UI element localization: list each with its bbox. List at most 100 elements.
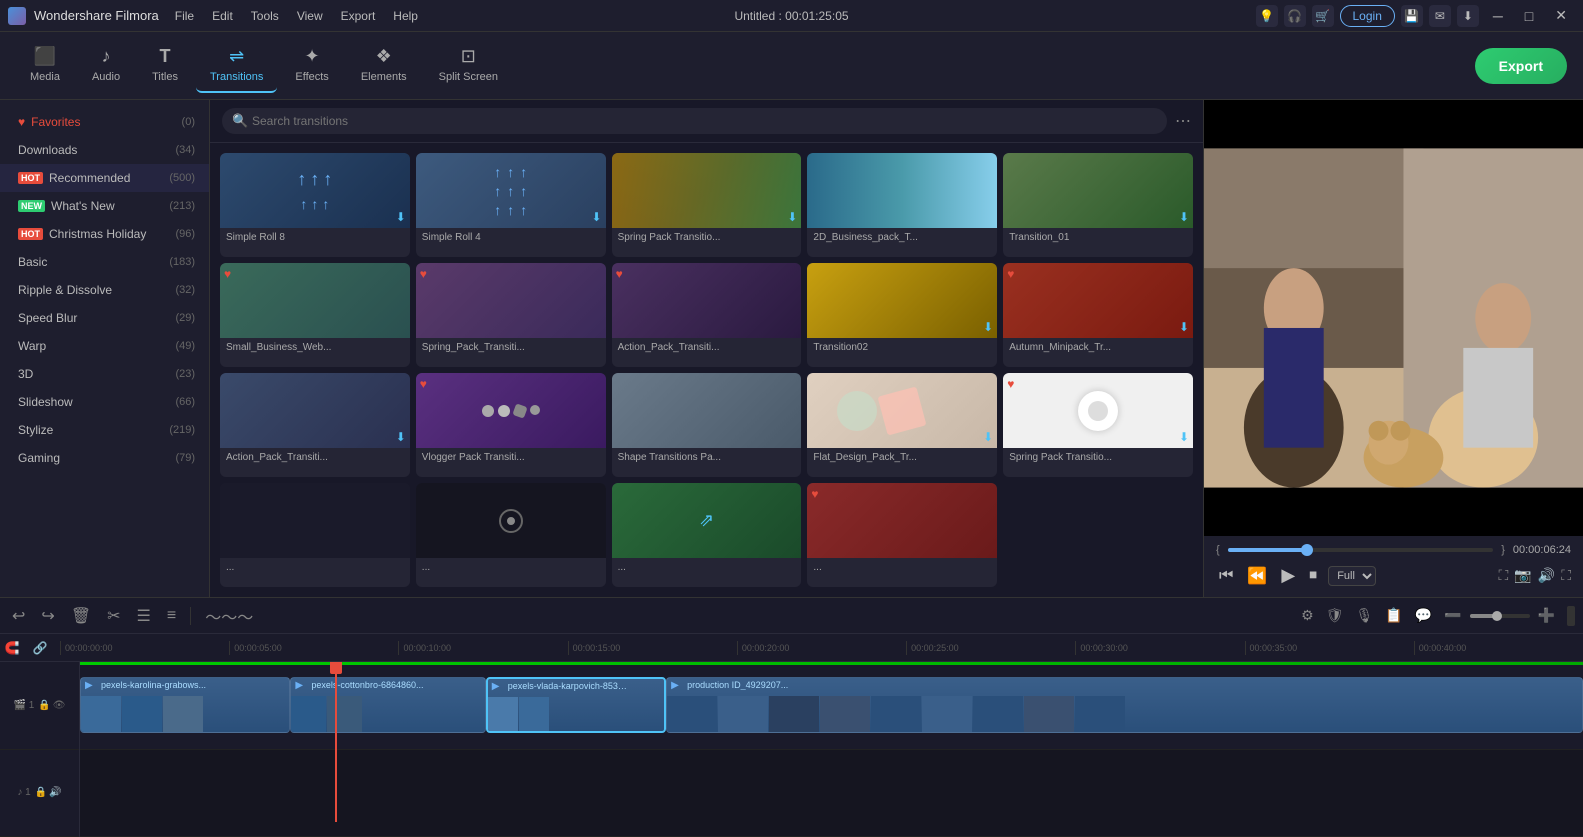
bulb-icon[interactable]: 💡 — [1256, 5, 1278, 27]
bracket-left[interactable]: { — [1216, 544, 1220, 556]
transition-card-2d-business[interactable]: 2D_Business_pack_T... — [807, 153, 997, 257]
transition-card-red[interactable]: ♥ ... — [807, 483, 997, 587]
snap-icon[interactable]: 🧲 — [0, 634, 20, 661]
sidebar-item-speed-blur[interactable]: Speed Blur (29) — [0, 304, 209, 332]
audio-lock-icon[interactable]: 🔒 — [35, 787, 47, 798]
audio-volume-icon[interactable]: 🔊 — [49, 787, 61, 798]
mic-icon[interactable]: 🎙 — [1351, 603, 1377, 628]
sidebar-item-recommended[interactable]: HOT Recommended (500) — [0, 164, 209, 192]
transition-card-spring3[interactable]: ♥ ⬇ Spring Pack Transitio... — [1003, 373, 1193, 477]
transition-card-flat[interactable]: ⬇ Flat_Design_Pack_Tr... — [807, 373, 997, 477]
menu-export[interactable]: Export — [333, 6, 384, 26]
eye-icon[interactable]: 👁 — [53, 700, 66, 711]
menu-help[interactable]: Help — [385, 6, 426, 26]
settings-icon[interactable]: ⚙ — [1297, 603, 1318, 628]
undo-button[interactable]: ↩ — [8, 602, 29, 630]
bracket-right[interactable]: } — [1501, 544, 1505, 556]
sidebar-item-gaming[interactable]: Gaming (79) — [0, 444, 209, 472]
login-button[interactable]: Login — [1340, 5, 1395, 27]
delete-button[interactable]: 🗑 — [67, 602, 95, 630]
grid-toggle-icon[interactable]: ⋯ — [1175, 111, 1191, 131]
zoom-slider[interactable] — [1470, 614, 1530, 618]
sidebar-item-warp[interactable]: Warp (49) — [0, 332, 209, 360]
clip-karolina[interactable]: ▶ pexels-karolina-grabows... — [80, 677, 290, 733]
subtitle-icon[interactable]: 💬 — [1411, 603, 1436, 628]
cut-button[interactable]: ✂ — [103, 602, 124, 630]
menu-view[interactable]: View — [289, 6, 331, 26]
headphone-icon[interactable]: 🎧 — [1284, 5, 1306, 27]
transition-card-spring-pack[interactable]: ⬇ Spring Pack Transitio... — [612, 153, 802, 257]
sidebar-item-3d[interactable]: 3D (23) — [0, 360, 209, 388]
clip-vlada[interactable]: ▶ pexels-vlada-karpovich-8538225 — [486, 677, 666, 733]
clip-production[interactable]: ▶ production ID_4929207... — [666, 677, 1583, 733]
redo-button[interactable]: ↪ — [37, 602, 58, 630]
transition-card-autumn[interactable]: ♥ ⬇ Autumn_Minipack_Tr... — [1003, 263, 1193, 367]
scroll-handle[interactable] — [1567, 606, 1575, 626]
screenshot-icon[interactable]: 📷 — [1514, 567, 1531, 584]
shield-icon[interactable]: 🛡 — [1322, 603, 1348, 628]
cart-icon[interactable]: 🛒 — [1312, 5, 1334, 27]
sidebar-item-slideshow[interactable]: Slideshow (66) — [0, 388, 209, 416]
sidebar-item-downloads[interactable]: Downloads (34) — [0, 136, 209, 164]
toolbar-titles[interactable]: T Titles — [138, 38, 192, 93]
export-button[interactable]: Export — [1475, 48, 1567, 84]
transition-card-small-business[interactable]: ♥ Small_Business_Web... — [220, 263, 410, 367]
close-button[interactable]: ✕ — [1547, 3, 1575, 28]
transition-card-spring-pack2[interactable]: ♥ Spring_Pack_Transiti... — [416, 263, 606, 367]
step-back-button[interactable]: ⏪ — [1244, 563, 1270, 589]
mail-icon[interactable]: ✉ — [1429, 5, 1451, 27]
favorite-heart-icon: ♥ — [1007, 377, 1014, 391]
menu-edit[interactable]: Edit — [204, 6, 241, 26]
audio-waveform-button[interactable]: 〜〜〜 — [201, 600, 257, 632]
fit-screen-icon[interactable]: ⛶ — [1499, 567, 1509, 584]
transition-card-transition02[interactable]: ⬇ Transition02 — [807, 263, 997, 367]
transition-card-shape[interactable]: Shape Transitions Pa... — [612, 373, 802, 477]
volume-icon[interactable]: 🔊 — [1538, 567, 1555, 584]
link-icon[interactable]: 🔗 — [20, 641, 60, 655]
quality-select[interactable]: Full 1/2 1/4 — [1328, 566, 1376, 586]
transition-card-action2[interactable]: ⬇ Action_Pack_Transiti... — [220, 373, 410, 477]
toolbar-audio[interactable]: ♪ Audio — [78, 38, 134, 93]
toolbar-media[interactable]: ⬛ Media — [16, 38, 74, 93]
toolbar-transitions[interactable]: ⇌ Transitions — [196, 38, 277, 93]
transition-card-green[interactable]: ⇗ ... — [612, 483, 802, 587]
zoom-in-icon[interactable]: ➕ — [1534, 603, 1559, 628]
ctrl-left: ⏮ ⏪ ▶ ⏹ Full 1/2 1/4 — [1216, 562, 1376, 589]
sidebar-item-stylize[interactable]: Stylize (219) — [0, 416, 209, 444]
transition-card-transition01[interactable]: ⬇ Transition_01 — [1003, 153, 1193, 257]
search-input[interactable] — [222, 108, 1167, 134]
transition-card-simple-roll-8[interactable]: ↑ ↑ ↑ ↑ ↑ ↑ ⬇ Simple Roll 8 — [220, 153, 410, 257]
skip-back-button[interactable]: ⏮ — [1216, 564, 1236, 588]
crop-button[interactable]: ☰ — [133, 602, 155, 630]
transition-card-black1[interactable]: ... — [220, 483, 410, 587]
progress-bar[interactable] — [1228, 548, 1494, 552]
transition-card-simple-roll-4[interactable]: ↑ ↑ ↑ ↑ ↑ ↑ ↑ ↑ ↑ — [416, 153, 606, 257]
sidebar-item-whats-new[interactable]: NEW What's New (213) — [0, 192, 209, 220]
sidebar-item-favorites[interactable]: ♥ Favorites (0) — [0, 108, 209, 136]
download-icon[interactable]: ⬇ — [1457, 5, 1479, 27]
transition-card-black2[interactable]: ... — [416, 483, 606, 587]
transition-card-vlogger[interactable]: ♥ Vlogger Pack Transiti... — [416, 373, 606, 477]
sidebar-item-ripple[interactable]: Ripple & Dissolve (32) — [0, 276, 209, 304]
save-icon[interactable]: 💾 — [1401, 5, 1423, 27]
stop-button[interactable]: ⏹ — [1306, 564, 1320, 588]
progress-handle[interactable] — [1301, 544, 1313, 556]
fullscreen-icon[interactable]: ⛶ — [1561, 567, 1571, 584]
maximize-button[interactable]: □ — [1517, 4, 1541, 28]
play-button[interactable]: ▶ — [1278, 562, 1298, 589]
toolbar-splitscreen[interactable]: ⊡ Split Screen — [425, 38, 512, 93]
toolbar-elements[interactable]: ❖ Elements — [347, 38, 421, 93]
menu-tools[interactable]: Tools — [243, 6, 287, 26]
clip-cottonbro[interactable]: ▶ pexels-cottonbro-6864860... — [290, 677, 485, 733]
toolbar-effects[interactable]: ✦ Effects — [281, 38, 342, 93]
zoom-out-icon[interactable]: ➖ — [1440, 603, 1465, 628]
lock-icon[interactable]: 🔒 — [38, 700, 50, 711]
title-bar-left: Wondershare Filmora File Edit Tools View… — [8, 6, 426, 26]
transition-card-action[interactable]: ♥ Action_Pack_Transiti... — [612, 263, 802, 367]
minimize-button[interactable]: ─ — [1485, 4, 1511, 28]
split-button[interactable]: ≡ — [163, 603, 180, 629]
sidebar-item-christmas[interactable]: HOT Christmas Holiday (96) — [0, 220, 209, 248]
menu-file[interactable]: File — [167, 6, 202, 26]
clipboard-icon[interactable]: 📋 — [1381, 603, 1406, 628]
sidebar-item-basic[interactable]: Basic (183) — [0, 248, 209, 276]
